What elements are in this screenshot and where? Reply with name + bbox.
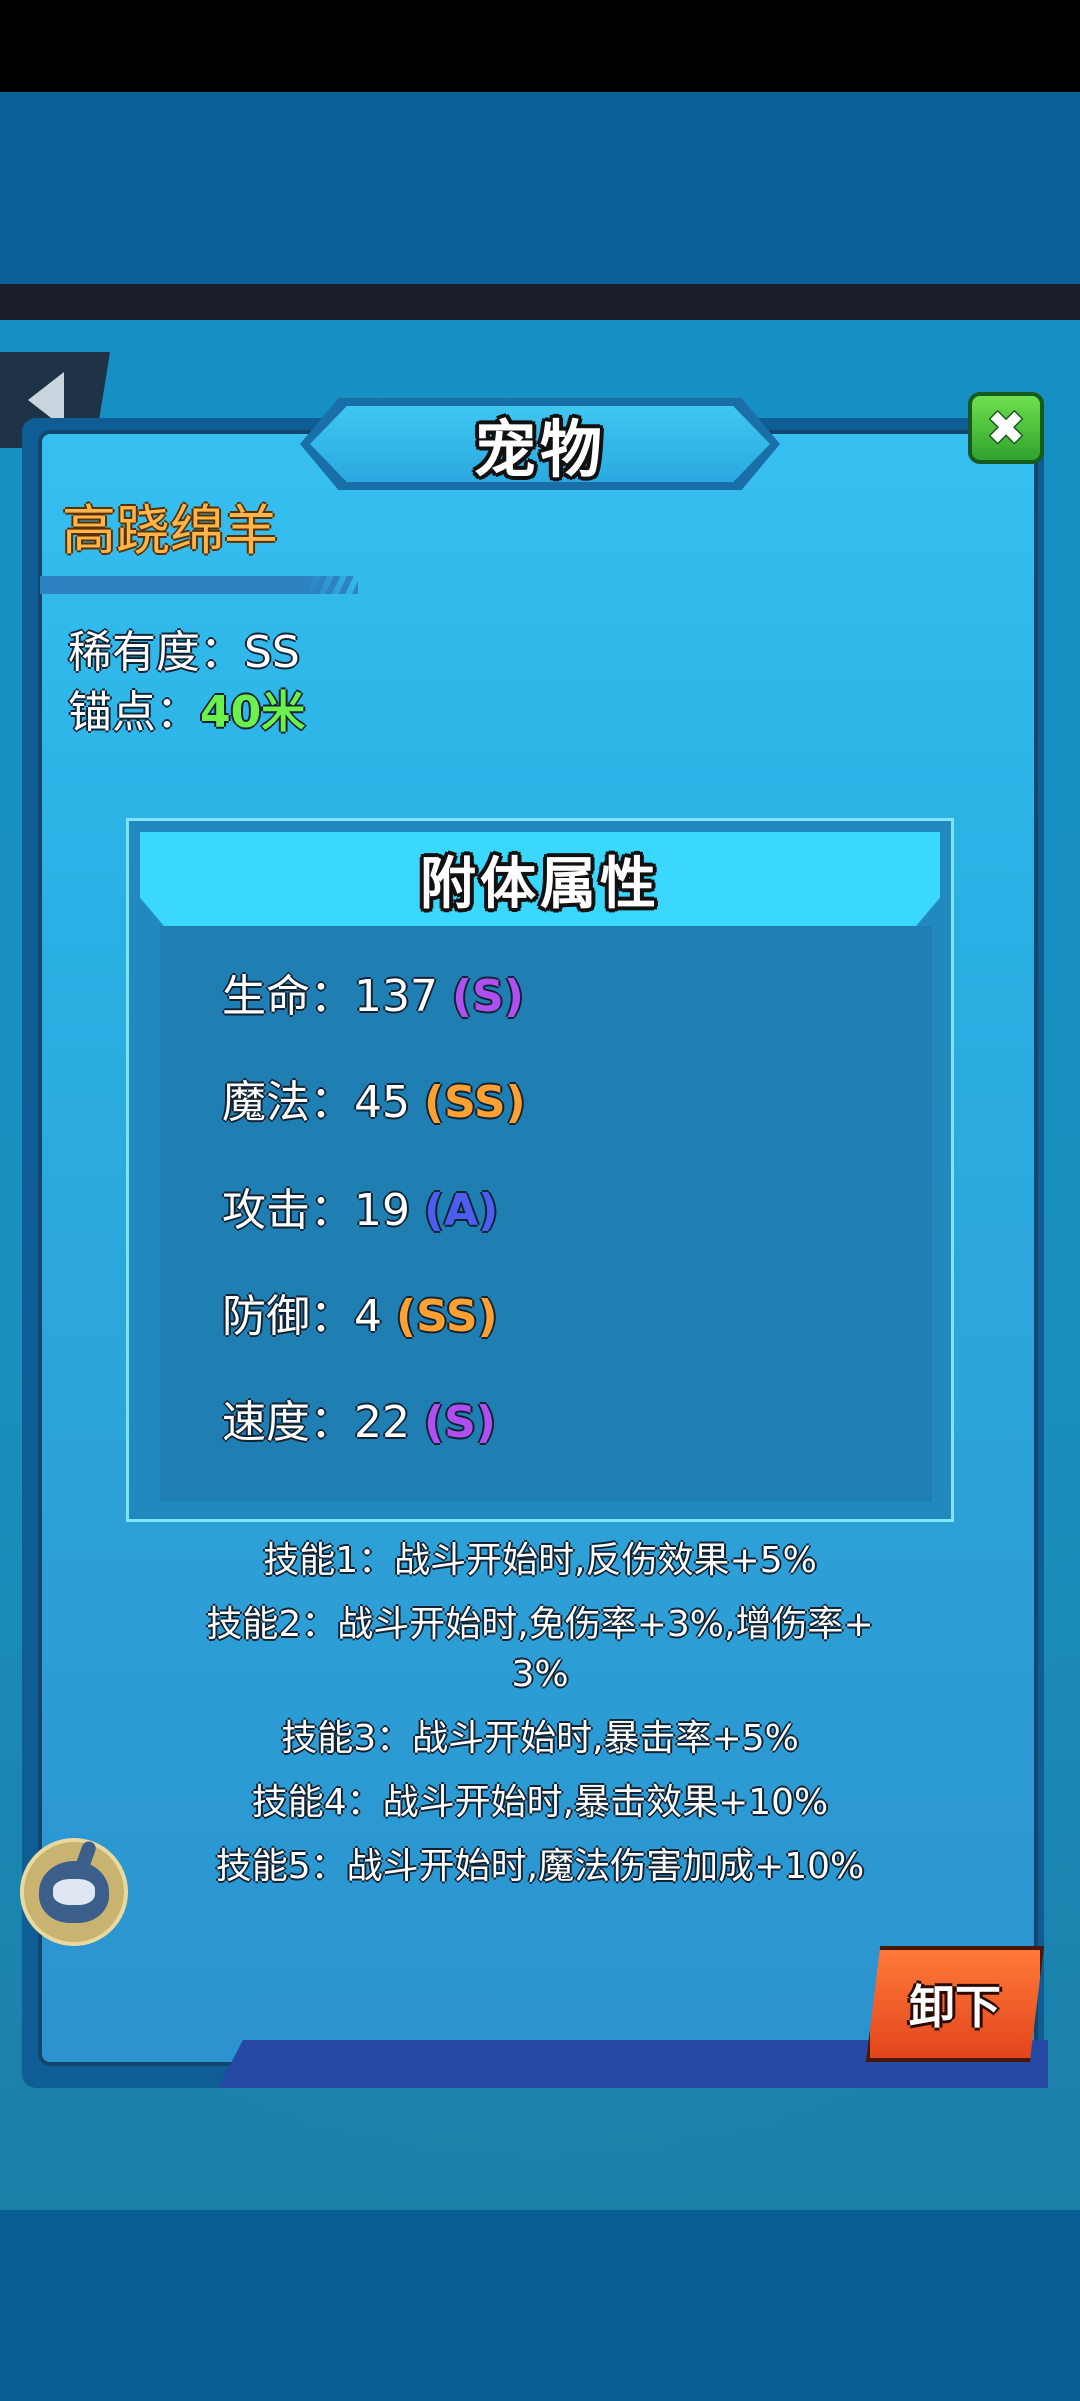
attribute-grade: (SS)	[396, 1291, 498, 1342]
attribute-value: 137	[354, 971, 438, 1022]
attribute-grade: (A)	[424, 1185, 499, 1236]
pet-name: 高跷绵羊	[62, 499, 278, 562]
attribute-row-speed: 速度：22 (S)	[222, 1386, 496, 1450]
skill-4: 技能4：战斗开始时,暴击效果+10%	[251, 1782, 829, 1823]
status-bar	[0, 0, 1080, 92]
header-bar	[0, 284, 1080, 320]
attribute-label: 生命：	[222, 971, 354, 1022]
skill-5: 技能5：战斗开始时,魔法伤害加成+10%	[215, 1846, 865, 1887]
attribute-title: 附体属性	[420, 851, 660, 917]
rarity-label: 稀有度：	[68, 627, 244, 678]
attribute-grade: (S)	[451, 971, 524, 1022]
close-button[interactable]: ✖	[968, 392, 1044, 464]
attribute-row-mp: 魔法：45 (SS)	[222, 1066, 526, 1130]
attribute-grade: (SS)	[424, 1077, 526, 1128]
anchor-line: 锚点：40米	[68, 676, 305, 740]
attribute-label: 魔法：	[222, 1077, 354, 1128]
skill-2-continued: 3%	[511, 1654, 569, 1695]
skill-list: 技能1：战斗开始时,反伤效果+5% 技能2：战斗开始时,免伤率+3%,增伤率+ …	[120, 1536, 960, 1906]
attribute-value: 45	[354, 1077, 410, 1128]
unequip-button[interactable]: 卸下	[866, 1946, 1044, 2062]
attribute-row-defense: 防御：4 (SS)	[222, 1280, 498, 1344]
attribute-value: 4	[354, 1291, 382, 1342]
attribute-row-attack: 攻击：19 (A)	[222, 1174, 498, 1238]
rarity-value: SS	[244, 627, 300, 678]
attribute-grade: (S)	[424, 1397, 496, 1448]
attribute-label: 防御：	[222, 1291, 354, 1342]
attribute-value: 19	[354, 1185, 410, 1236]
attribute-label: 速度：	[222, 1397, 354, 1448]
anchor-label: 锚点：	[68, 687, 200, 738]
attribute-value: 22	[354, 1397, 410, 1448]
attribute-label: 攻击：	[222, 1185, 354, 1236]
skill-3: 技能3：战斗开始时,暴击率+5%	[281, 1718, 799, 1759]
name-underline-ticks	[294, 576, 358, 594]
attribute-row-hp: 生命：137 (S)	[222, 960, 524, 1024]
top-background	[0, 92, 1080, 284]
skill-2: 技能2：战斗开始时,免伤率+3%,增伤率+	[206, 1604, 874, 1645]
avatar-face	[39, 1861, 109, 1923]
character-avatar-icon[interactable]	[20, 1838, 128, 1946]
bottom-background	[0, 2210, 1080, 2401]
anchor-value: 40米	[200, 687, 306, 738]
page-title: 宠物	[473, 413, 606, 486]
close-icon: ✖	[986, 401, 1026, 455]
skill-1: 技能1：战斗开始时,反伤效果+5%	[263, 1540, 817, 1581]
rarity-line: 稀有度：SS	[68, 616, 300, 680]
